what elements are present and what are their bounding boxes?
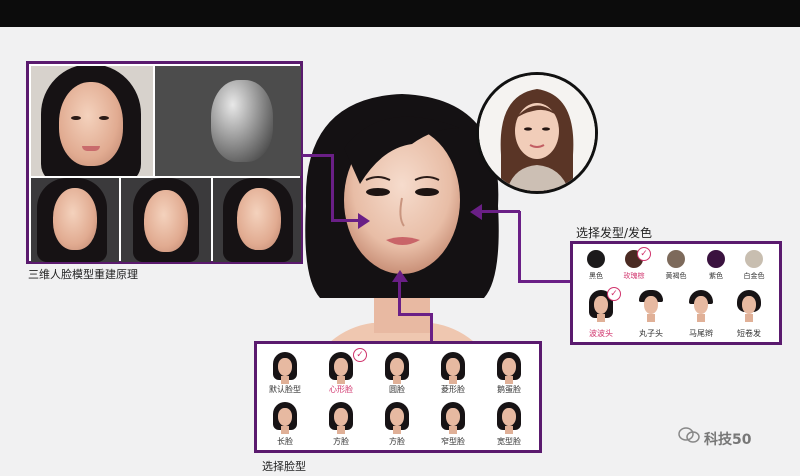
check-icon: ✓ xyxy=(637,247,651,261)
hair-color-swatch[interactable] xyxy=(587,250,605,268)
face-shape-label: 心形脸 xyxy=(329,385,353,394)
hair-color-label: 紫色 xyxy=(709,272,723,280)
face-shape-option[interactable] xyxy=(273,352,297,386)
connector-line xyxy=(398,282,401,316)
hair-color-label: 黑色 xyxy=(589,272,603,280)
arrow-up-icon xyxy=(392,270,408,282)
face-shape-label: 宽型脸 xyxy=(497,437,521,446)
connector-line xyxy=(430,313,433,343)
face-shape-option[interactable] xyxy=(497,352,521,386)
arrow-right-icon xyxy=(358,213,370,229)
connector-line xyxy=(302,154,332,157)
face-shape-label: 默认脸型 xyxy=(269,385,301,394)
connector-line xyxy=(519,280,570,283)
face-shape-label: 窄型脸 xyxy=(441,437,465,446)
reference-photo-center xyxy=(121,178,211,262)
hair-style-label: 丸子头 xyxy=(639,329,663,338)
hair-style-label: 波波头 xyxy=(589,329,613,338)
hair-color-swatch[interactable] xyxy=(745,250,763,268)
watermark-text: 科技50 xyxy=(704,432,752,448)
hair-color-label: 白金色 xyxy=(743,272,765,280)
face-shape-label: 菱形脸 xyxy=(441,385,465,394)
face-shape-option[interactable] xyxy=(329,402,353,436)
hair-panel-title: 选择发型/发色 xyxy=(576,226,653,240)
hair-panel: ✓ 黑色 玫瑰棕 黄褐色 紫色 白金色 ✓ 波波头 丸子头 马尾辫 短卷发 xyxy=(570,241,782,345)
check-icon: ✓ xyxy=(353,348,367,362)
face-shape-option[interactable] xyxy=(329,352,353,386)
hair-style-bun[interactable] xyxy=(639,290,663,324)
hair-color-label: 黄褐色 xyxy=(665,272,687,280)
face-shape-label: 方脸 xyxy=(389,437,405,446)
face-shape-option[interactable] xyxy=(385,352,409,386)
face-shape-label: 方脸 xyxy=(333,437,349,446)
reference-photo-left xyxy=(31,178,119,262)
check-icon: ✓ xyxy=(607,287,621,301)
connector-line xyxy=(518,211,521,283)
hair-style-label: 马尾辫 xyxy=(689,329,713,338)
face-shape-option[interactable] xyxy=(441,402,465,436)
hair-style-ponytail[interactable] xyxy=(689,290,713,324)
face-shape-label: 鹅蛋脸 xyxy=(497,385,521,394)
face-shape-option[interactable] xyxy=(273,402,297,436)
connector-line xyxy=(398,313,432,316)
face-shape-panel: ✓ 默认脸型 心形脸 圆脸 菱形脸 鹅蛋脸 长脸 方脸 方脸 窄型脸 宽型脸 xyxy=(254,341,542,453)
hair-color-swatch[interactable] xyxy=(667,250,685,268)
connector-line xyxy=(331,219,361,222)
face-shape-label: 长脸 xyxy=(277,437,293,446)
hair-color-label: 玫瑰棕 xyxy=(623,272,645,280)
wechat-icon xyxy=(678,427,700,443)
face-shape-option[interactable] xyxy=(441,352,465,386)
face-shape-caption: 选择脸型 xyxy=(262,460,306,473)
celebrity-portrait xyxy=(476,72,598,194)
face-shape-option[interactable] xyxy=(497,402,521,436)
top-black-bar xyxy=(0,0,800,27)
connector-line xyxy=(331,154,334,222)
hair-style-short-curly[interactable] xyxy=(737,290,761,324)
hair-style-label: 短卷发 xyxy=(737,329,761,338)
arrow-left-icon xyxy=(470,204,482,220)
reference-photo-front xyxy=(31,66,153,176)
face-shape-option[interactable] xyxy=(385,402,409,436)
hair-color-swatch[interactable] xyxy=(707,250,725,268)
reconstruction-caption: 三维人脸模型重建原理 xyxy=(28,268,138,281)
face-shape-label: 圆脸 xyxy=(389,385,405,394)
connector-line xyxy=(482,210,520,213)
